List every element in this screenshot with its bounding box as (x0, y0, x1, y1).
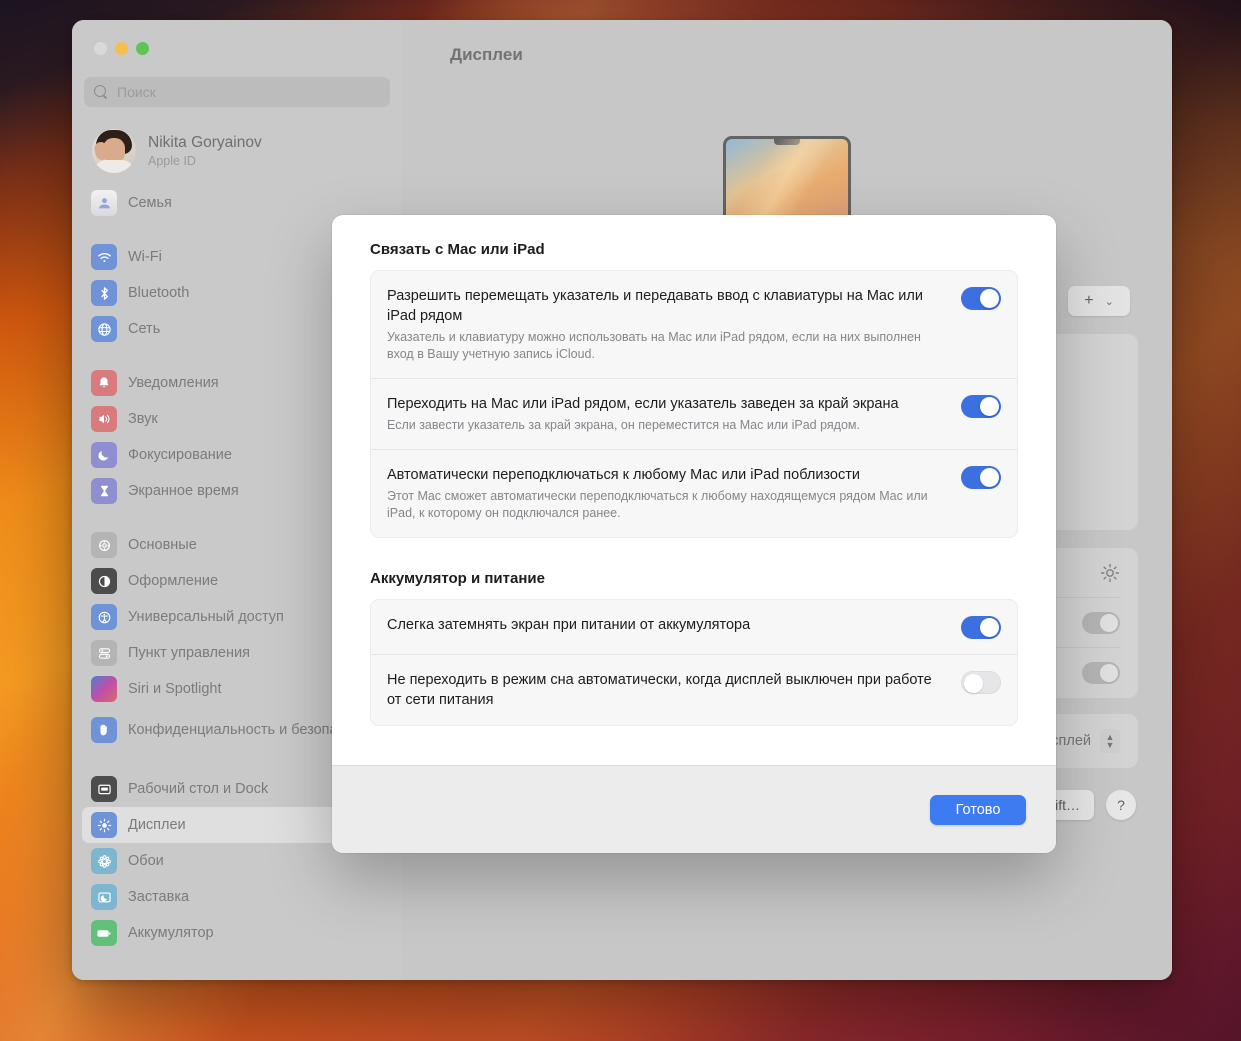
sidebar-item-label: Bluetooth (128, 284, 190, 301)
sidebar-item-label: Wi-Fi (128, 248, 162, 265)
battery-settings-group: Слегка затемнять экран при питании от ак… (370, 599, 1018, 726)
modal-footer: Готово (332, 765, 1056, 853)
desktop-wallpaper: Nikita Goryainov Apple ID Семья (0, 0, 1241, 1041)
setting-row-dim-on-battery: Слегка затемнять экран при питании от ак… (371, 600, 1017, 655)
screensaver-icon (91, 884, 117, 910)
done-button[interactable]: Готово (930, 794, 1026, 825)
system-settings-window: Nikita Goryainov Apple ID Семья (72, 20, 1172, 980)
hand-icon (91, 717, 117, 743)
sidebar-item-label: Универсальный доступ (128, 608, 284, 625)
setting-description: Этот Mac сможет автоматически переподклю… (387, 489, 928, 520)
moon-icon (91, 442, 117, 468)
link-settings-group: Разрешить перемещать указатель и передав… (370, 270, 1018, 538)
toggle-prevent-sleep[interactable] (961, 671, 1001, 694)
section-title-link-mac-ipad: Связать с Mac или iPad (370, 241, 545, 258)
display-brightness-icon (91, 812, 117, 838)
setting-title: Разрешить перемещать указатель и передав… (387, 288, 923, 324)
bluetooth-icon (91, 280, 117, 306)
setting-description: Если завести указатель за край экрана, о… (387, 418, 860, 432)
sidebar-item-label: Экранное время (128, 482, 239, 499)
control-center-icon (91, 640, 117, 666)
toggle-auto-reconnect[interactable] (961, 466, 1001, 489)
minimize-window-button[interactable] (115, 42, 128, 55)
setting-title: Не переходить в режим сна автоматически,… (387, 672, 932, 708)
setting-description: Указатель и клавиатуру можно использоват… (387, 330, 921, 361)
sidebar-item-label: Сеть (128, 320, 161, 337)
speaker-icon (91, 406, 117, 432)
sidebar-item-label: Основные (128, 536, 197, 553)
sidebar-item-label: Аккумулятор (128, 924, 214, 941)
gear-icon (91, 532, 117, 558)
sidebar-item-battery[interactable]: Аккумулятор (82, 915, 392, 951)
accessibility-icon (91, 604, 117, 630)
sidebar-item-label: Оформление (128, 572, 219, 589)
sidebar-item-label: Звук (128, 410, 158, 427)
close-window-button[interactable] (94, 42, 107, 55)
siri-icon (91, 676, 117, 702)
setting-row-push-through-edge: Переходить на Mac или iPad рядом, если у… (371, 379, 1017, 450)
network-icon (91, 316, 117, 342)
setting-row-prevent-sleep: Не переходить в режим сна автоматически,… (371, 655, 1017, 725)
sidebar-item-label: Рабочий стол и Dock (128, 780, 269, 797)
modal-body: Связать с Mac или iPad Разрешить перемещ… (332, 215, 1056, 765)
hourglass-icon (91, 478, 117, 504)
sidebar-item-label: Семья (128, 194, 172, 211)
search-field[interactable] (84, 77, 390, 107)
family-icon (91, 190, 117, 216)
sidebar-item-label: Siri и Spotlight (128, 680, 222, 697)
bell-icon (91, 370, 117, 396)
window-traffic-lights (82, 20, 392, 55)
sidebar-item-label: Обои (128, 852, 164, 869)
toggle-dim-on-battery[interactable] (961, 616, 1001, 639)
sidebar-item-label: Пункт управления (128, 644, 250, 661)
battery-icon (91, 920, 117, 946)
airplay-link-settings-sheet: Связать с Mac или iPad Разрешить перемещ… (332, 215, 1056, 853)
sidebar-item-label: Фокусирование (128, 446, 232, 463)
toggle-allow-pointer-keyboard[interactable] (961, 287, 1001, 310)
search-icon (94, 85, 108, 99)
setting-row-allow-pointer-keyboard: Разрешить перемещать указатель и передав… (371, 271, 1017, 379)
maximize-window-button[interactable] (136, 42, 149, 55)
setting-title: Автоматически переподключаться к любому … (387, 467, 860, 483)
setting-title: Слегка затемнять экран при питании от ак… (387, 617, 751, 633)
account-name: Nikita Goryainov (148, 134, 262, 151)
sidebar-item-label: Уведомления (128, 374, 219, 391)
wallpaper-icon (91, 848, 117, 874)
wifi-icon (91, 244, 117, 270)
desktop-dock-icon (91, 776, 117, 802)
setting-row-auto-reconnect: Автоматически переподключаться к любому … (371, 450, 1017, 537)
setting-title: Переходить на Mac или iPad рядом, если у… (387, 396, 899, 412)
apple-id-account-row[interactable]: Nikita Goryainov Apple ID (84, 123, 390, 179)
sidebar-item-label: Дисплеи (128, 816, 186, 833)
avatar (92, 129, 136, 173)
sidebar-item-screensaver[interactable]: Заставка (82, 879, 392, 915)
section-title-battery-power: Аккумулятор и питание (370, 570, 545, 587)
account-subtitle: Apple ID (148, 154, 196, 168)
sidebar-item-label: Заставка (128, 888, 190, 905)
appearance-icon (91, 568, 117, 594)
search-input[interactable] (117, 84, 380, 100)
toggle-push-through-edge[interactable] (961, 395, 1001, 418)
